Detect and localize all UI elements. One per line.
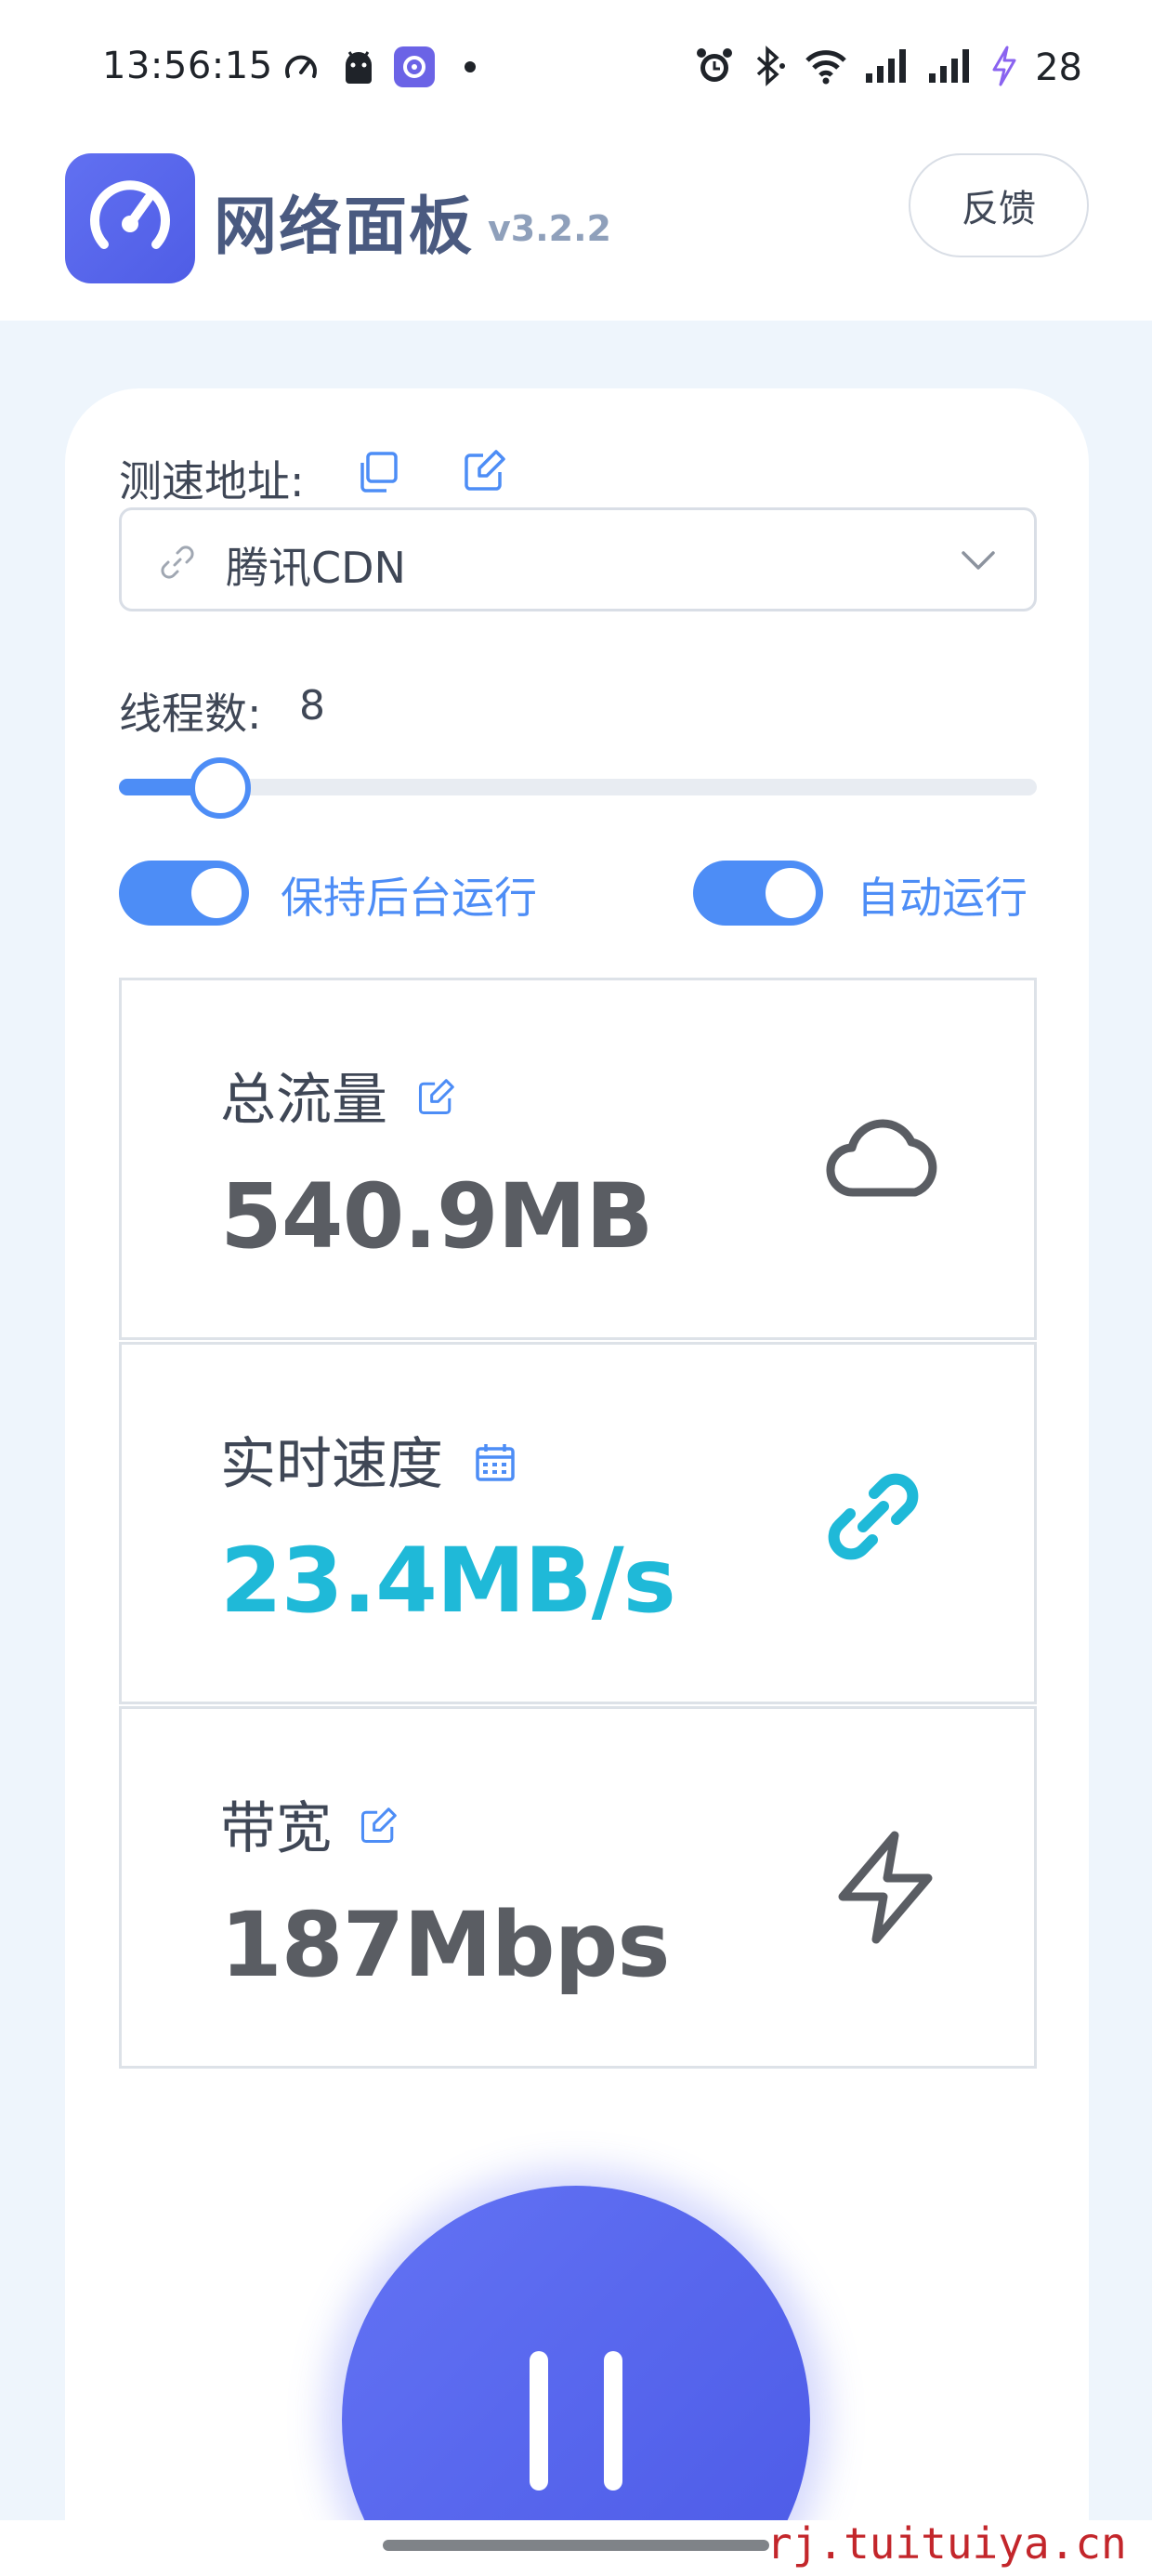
realtime-speed-title: 实时速度 (220, 1432, 443, 1497)
battery-level: 28 (1035, 46, 1082, 89)
signal-1-icon (864, 46, 910, 90)
realtime-speed-value: 23.4MB/s (220, 1529, 676, 1633)
signal-2-icon (927, 46, 974, 90)
realtime-speed-card: 实时速度 23.4MB/s (119, 1342, 1037, 1704)
threads-value: 8 (299, 682, 325, 729)
pause-bar-right (604, 2351, 622, 2491)
toggle-knob (191, 868, 242, 918)
app-logo (65, 153, 195, 283)
home-indicator[interactable] (383, 2540, 769, 2551)
app-notification-icon (394, 46, 435, 87)
speedometer-icon (90, 180, 170, 249)
alarm-icon (695, 46, 734, 90)
cloud-icon (826, 1111, 941, 1207)
edit-bandwidth-icon[interactable] (360, 1807, 397, 1848)
link-icon (822, 1465, 924, 1571)
speed-url-select[interactable]: 腾讯CDN (119, 507, 1037, 611)
android-icon (340, 46, 377, 87)
charging-icon (990, 46, 1018, 90)
edit-total-traffic-icon[interactable] (417, 1079, 454, 1120)
status-icons: 28 (695, 45, 1082, 91)
pause-bar-left (530, 2351, 548, 2491)
app-version: v3.2.2 (488, 208, 611, 249)
auto-run-toggle[interactable] (693, 861, 823, 926)
toggle-knob (766, 868, 816, 918)
feedback-button[interactable]: 反馈 (909, 153, 1089, 257)
bandwidth-value: 187Mbps (220, 1893, 670, 1997)
chevron-down-icon (960, 547, 997, 579)
threads-label: 线程数: (119, 689, 262, 739)
dot-icon (463, 46, 478, 87)
total-traffic-title: 总流量 (220, 1068, 387, 1133)
watermark-text: rj.tuituiya.cn (766, 2518, 1127, 2569)
total-traffic-value: 540.9MB (220, 1164, 653, 1268)
keep-background-toggle[interactable] (119, 861, 249, 926)
speedometer-small-icon (281, 46, 321, 87)
bandwidth-card: 带宽 187Mbps (119, 1706, 1037, 2069)
bandwidth-title: 带宽 (220, 1796, 332, 1861)
threads-slider[interactable] (119, 779, 1037, 795)
status-time: 13:56:15 (102, 45, 273, 87)
speed-url-label: 测速地址: (119, 456, 305, 506)
link-small-icon (159, 544, 196, 585)
bluetooth-icon (751, 46, 788, 90)
calendar-icon[interactable] (475, 1443, 516, 1486)
speed-url-value: 腾讯CDN (226, 543, 406, 593)
wifi-icon (805, 46, 847, 90)
edit-url-icon[interactable] (463, 450, 505, 496)
keep-background-label: 保持后台运行 (281, 873, 537, 923)
lightning-icon (833, 1830, 937, 1949)
total-traffic-card: 总流量 540.9MB (119, 978, 1037, 1340)
threads-slider-thumb[interactable] (189, 757, 251, 819)
app-title: 网络面板 (214, 191, 475, 264)
auto-run-label: 自动运行 (857, 873, 1028, 923)
copy-icon[interactable] (355, 450, 399, 498)
top-bar: 13:56:15 28 网络面板 v3.2.2 反馈 (0, 0, 1152, 321)
status-bar: 13:56:15 28 (0, 0, 1152, 139)
